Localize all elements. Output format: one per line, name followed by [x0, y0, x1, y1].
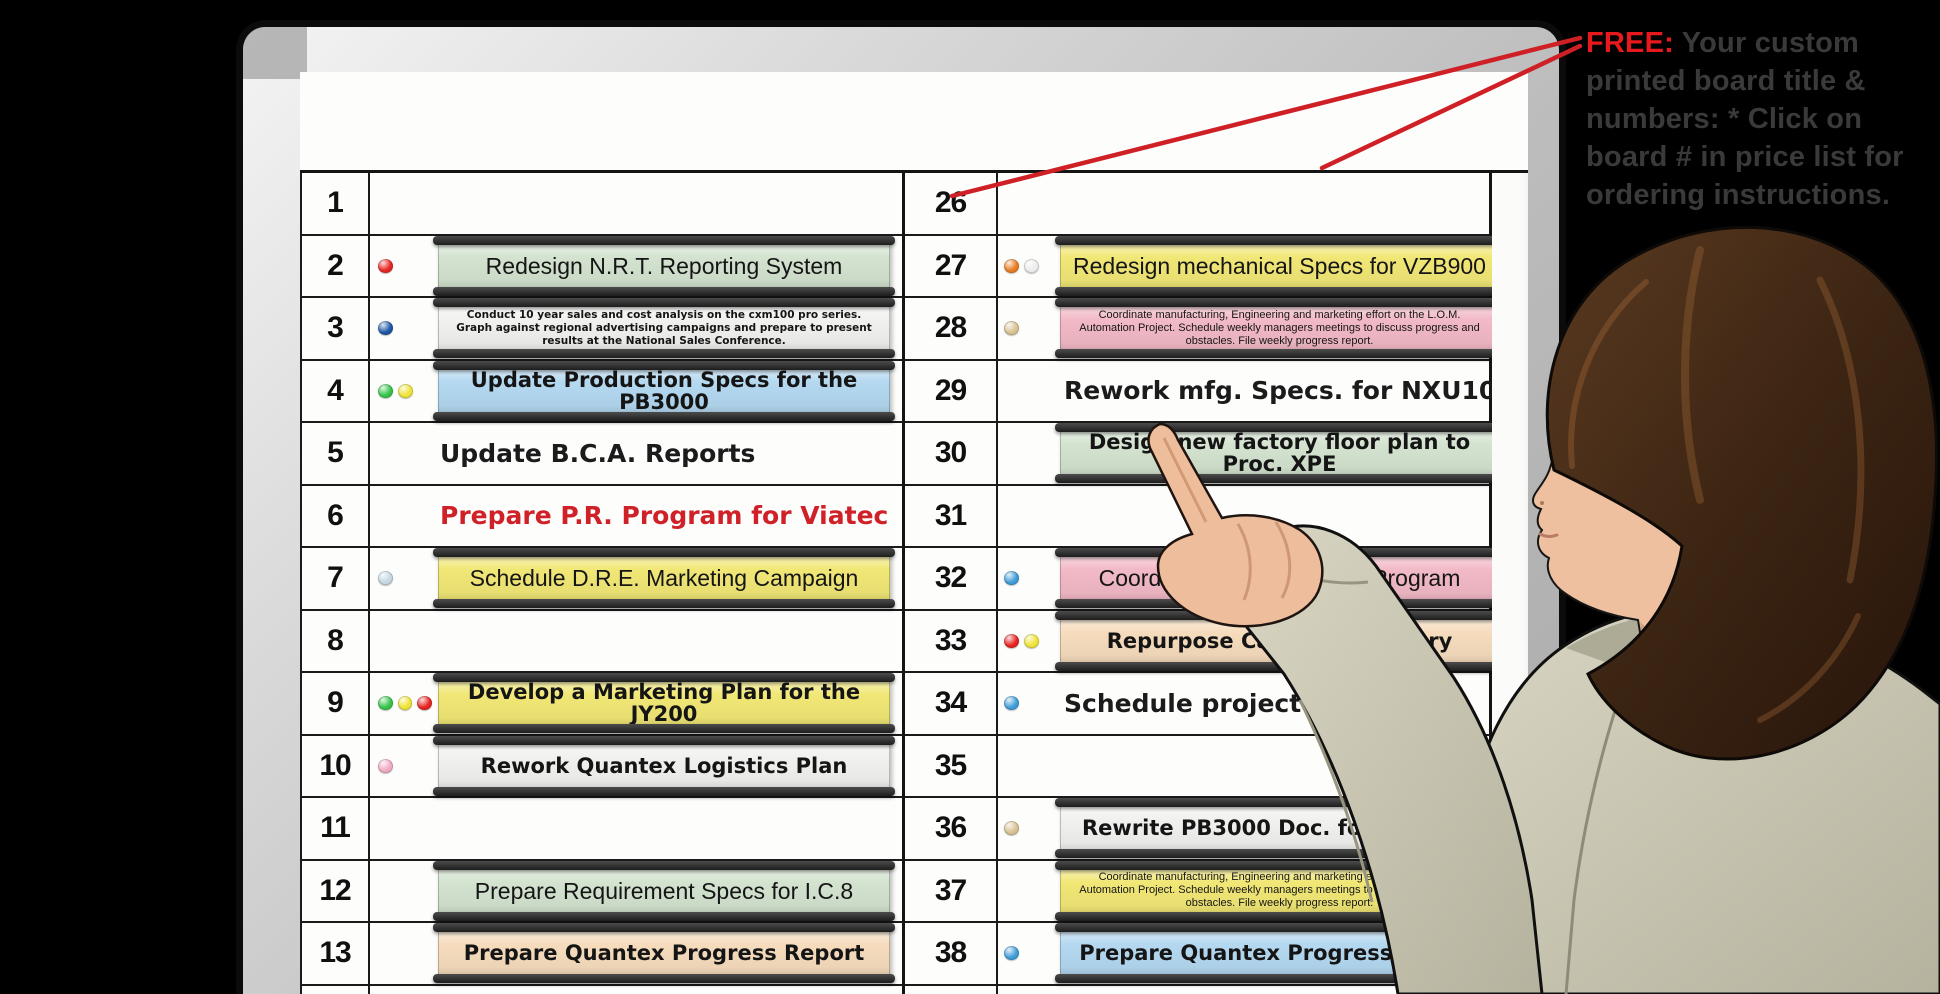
product-photo-stage: 1262Redesign N.R.T. Reporting System27Re…	[0, 0, 1940, 994]
hair-bob	[1547, 227, 1936, 759]
nostril	[1540, 501, 1544, 505]
presenter-woman	[0, 0, 1940, 994]
